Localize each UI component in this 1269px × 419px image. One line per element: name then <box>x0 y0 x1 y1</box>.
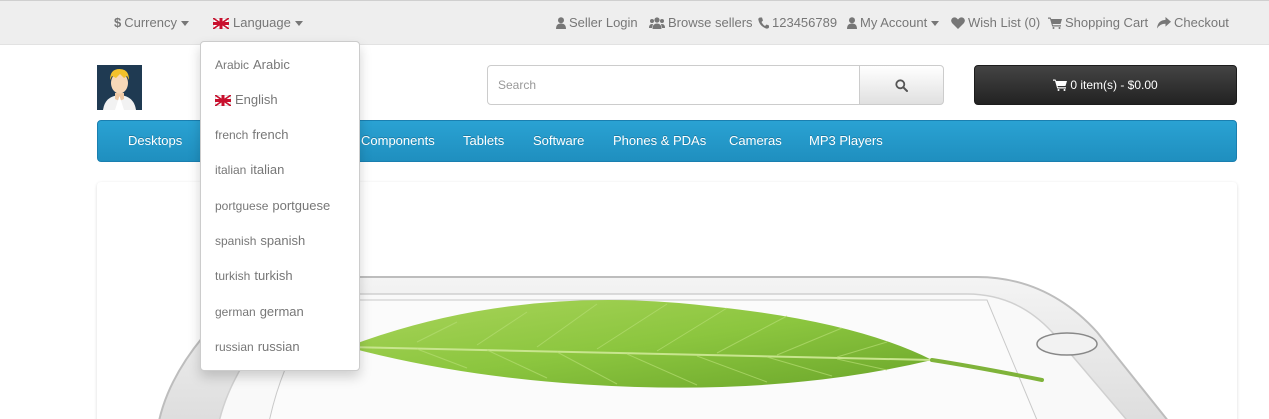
checkout-label: Checkout <box>1174 15 1229 30</box>
users-icon <box>649 17 665 29</box>
menu-item-desktops[interactable]: Desktops <box>128 121 182 161</box>
search-icon <box>895 78 908 92</box>
shopping-cart-icon <box>1053 79 1068 91</box>
my-account-dropdown-toggle[interactable]: My Account <box>847 14 940 32</box>
language-option-french[interactable]: french french <box>215 125 289 145</box>
caret-down-icon <box>294 20 303 26</box>
uk-flag-icon <box>215 94 231 106</box>
language-name: french <box>252 127 289 142</box>
language-option-arabic[interactable]: Arabic Arabic <box>215 55 290 75</box>
avatar-logo-icon <box>97 65 142 110</box>
menu-item-cameras[interactable]: Cameras <box>729 121 782 161</box>
language-label: Language <box>233 15 291 30</box>
language-name: Arabic <box>253 57 290 72</box>
my-account-label: My Account <box>860 15 928 30</box>
flag-alt-text: portguese <box>215 199 269 213</box>
language-name: german <box>259 304 304 319</box>
wish-list-link[interactable]: Wish List (0) <box>951 14 1040 32</box>
language-option-spanish[interactable]: spanish spanish <box>215 231 305 251</box>
cart-total-label: 0 item(s) - $0.00 <box>1070 78 1158 92</box>
language-option-german[interactable]: german german <box>215 302 304 322</box>
language-option-turkish[interactable]: turkish turkish <box>215 266 293 286</box>
flag-alt-text: spanish <box>215 234 257 248</box>
language-name: English <box>235 92 278 107</box>
shopping-cart-icon <box>1048 17 1062 29</box>
flag-alt-text: french <box>215 128 249 142</box>
phone-icon <box>758 17 769 29</box>
language-option-russian[interactable]: russian russian <box>215 337 300 357</box>
dollar-icon: $ <box>114 15 122 30</box>
currency-label: Currency <box>124 15 177 30</box>
language-name: italian <box>250 162 285 177</box>
flag-alt-text: turkish <box>215 269 251 283</box>
top-bar: $ Currency Language Seller Login Browse … <box>0 0 1269 45</box>
menu-item-components[interactable]: Components <box>361 121 435 161</box>
browse-sellers-link[interactable]: Browse sellers <box>649 14 753 32</box>
store-logo[interactable] <box>97 65 142 110</box>
currency-dropdown-toggle[interactable]: $ Currency <box>114 14 189 32</box>
caret-down-icon <box>931 20 940 26</box>
caret-down-icon <box>180 20 189 26</box>
browse-sellers-label: Browse sellers <box>668 15 753 30</box>
share-arrow-icon <box>1157 17 1171 29</box>
seller-login-label: Seller Login <box>569 15 638 30</box>
shopping-cart-label: Shopping Cart <box>1065 15 1149 30</box>
seller-login-link[interactable]: Seller Login <box>556 14 638 32</box>
language-dropdown-toggle[interactable]: Language <box>213 14 303 32</box>
language-option-italian[interactable]: italian italian <box>215 160 284 180</box>
flag-alt-text: german <box>215 305 256 319</box>
heart-icon <box>951 17 965 29</box>
search-input[interactable] <box>487 65 860 105</box>
menu-item-phones-pdas[interactable]: Phones & PDAs <box>613 121 706 161</box>
language-dropdown-menu: Arabic Arabic English french french ital… <box>200 41 360 371</box>
menu-item-tablets[interactable]: Tablets <box>463 121 504 161</box>
menu-item-mp3-players[interactable]: MP3 Players <box>809 121 883 161</box>
language-option-english[interactable]: English <box>215 90 278 110</box>
user-icon <box>847 17 857 29</box>
phone-link[interactable]: 123456789 <box>758 14 837 32</box>
flag-alt-text: russian <box>215 340 254 354</box>
language-name: spanish <box>260 233 306 248</box>
search-button[interactable] <box>859 65 944 105</box>
cart-button[interactable]: 0 item(s) - $0.00 <box>974 65 1237 105</box>
language-option-portguese[interactable]: portguese portguese <box>215 196 330 216</box>
language-name: turkish <box>254 268 293 283</box>
checkout-link[interactable]: Checkout <box>1157 14 1229 32</box>
search-group <box>487 65 944 105</box>
wish-list-label: Wish List (0) <box>968 15 1041 30</box>
flag-alt-text: italian <box>215 163 247 177</box>
flag-alt-text: Arabic <box>215 58 250 72</box>
phone-number: 123456789 <box>772 15 838 30</box>
menu-item-software[interactable]: Software <box>533 121 584 161</box>
language-name: russian <box>257 339 300 354</box>
uk-flag-icon <box>213 17 229 29</box>
shopping-cart-link[interactable]: Shopping Cart <box>1048 14 1148 32</box>
language-name: portguese <box>272 198 331 213</box>
user-icon <box>556 17 566 29</box>
